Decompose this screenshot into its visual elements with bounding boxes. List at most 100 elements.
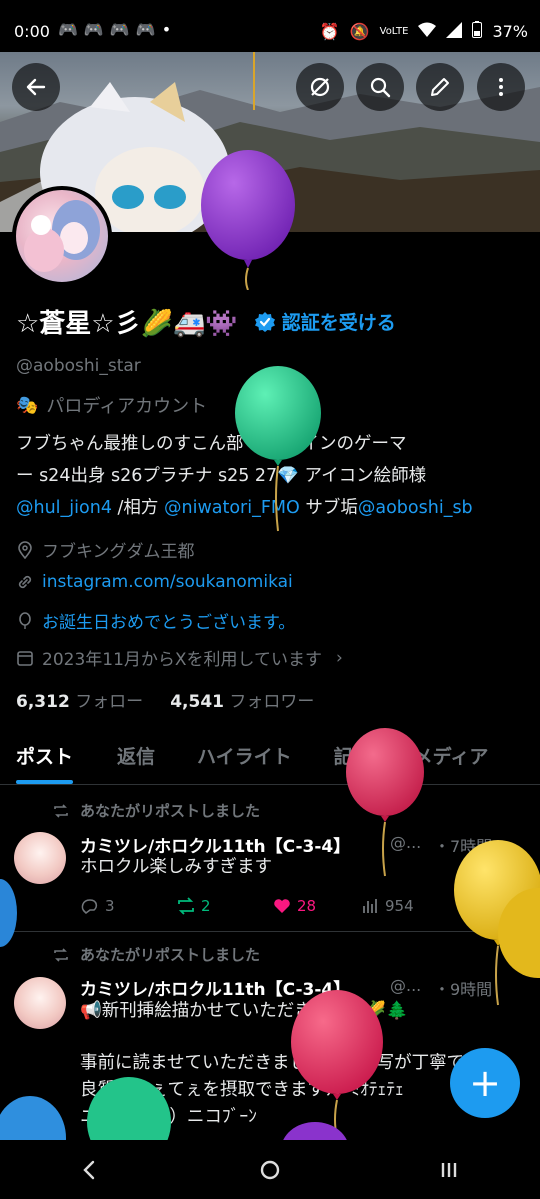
post-time: ・9時間 <box>434 980 493 999</box>
status-icons: ⏰ 🔕 VoLTE 37% <box>320 21 528 42</box>
nav-home-icon[interactable] <box>258 1158 282 1182</box>
profile-tabs: ポスト 返信 ハイライト 記事 メディア <box>0 730 540 785</box>
repost-icon <box>178 897 194 915</box>
bio-mention-link[interactable]: @aoboshi_sb <box>358 498 473 518</box>
reply-button[interactable]: 3 <box>80 896 176 916</box>
website-row: instagram.com/soukanomikai <box>16 572 293 592</box>
avatar-illustration <box>24 200 100 272</box>
post-item[interactable]: あなたがリポストしました カミツレ/ホロクル11th【C-3-4】 @... ・… <box>0 932 540 1142</box>
post-text: ホロクル楽しみすぎます <box>80 857 272 877</box>
nav-recents-icon[interactable] <box>438 1158 462 1182</box>
repost-button[interactable]: 2 <box>176 896 272 916</box>
display-name: ☆蒼星☆彡🌽🚑👾 <box>16 309 238 339</box>
verified-badge-icon <box>254 311 275 332</box>
post-avatar[interactable] <box>14 977 66 1029</box>
network-label: VoLTE <box>379 26 409 37</box>
repost-indicator: あなたがリポストしました <box>52 800 260 821</box>
bookmark-button[interactable] <box>460 896 480 916</box>
joined-text: 2023年11月からXを利用しています <box>42 650 323 670</box>
view-count: 954 <box>385 897 414 915</box>
more-vertical-icon <box>499 78 503 96</box>
verify-label: 認証を受ける <box>281 312 396 334</box>
post-text-line: 📢新刊挿絵描かせていただきました🌽🌲 <box>80 1001 408 1021</box>
mask-icon: 🎭 <box>16 394 39 416</box>
views-button[interactable]: 954 <box>360 896 460 916</box>
like-count: 28 <box>297 897 317 915</box>
bio-line-2: ー s24出身 s26プラチナ s25 27💎 アイコン絵師様 <box>16 466 427 486</box>
wifi-icon <box>418 22 437 42</box>
bio-partner-text: /相方 <box>111 498 164 518</box>
profile-handle: @aoboshi_star <box>16 356 141 376</box>
edit-button[interactable] <box>416 63 464 111</box>
link-icon <box>18 575 32 589</box>
repost-icon <box>54 803 68 818</box>
repost-label: あなたがリポストしました <box>80 946 261 964</box>
battery-icon <box>472 21 483 42</box>
tab-highlights[interactable]: ハイライト <box>181 730 308 784</box>
back-button[interactable] <box>12 63 60 111</box>
bio-line-1: フブちゃん最推しのすこん部 エペメインのゲーマ <box>16 434 407 454</box>
search-icon <box>370 77 391 98</box>
post-handle: @... <box>390 976 422 995</box>
post-actions: 3 2 28 954 <box>80 896 520 916</box>
bar-chart-icon <box>363 899 377 913</box>
tab-articles[interactable]: 記事 <box>318 730 388 784</box>
post-author[interactable]: カミツレ/ホロクル11th【C-3-4】 <box>80 975 350 1000</box>
post-avatar[interactable] <box>14 832 66 884</box>
post-text-line: ニ（ ˆ ω ˆ ）ニコﾌﾞｰﾝ <box>80 1107 257 1127</box>
tab-replies[interactable]: 返信 <box>101 730 171 784</box>
repost-indicator: あなたがリポストしました <box>52 944 260 965</box>
arrow-left-icon <box>26 78 46 96</box>
balloon-icon <box>19 611 31 629</box>
system-nav-bar <box>0 1140 540 1199</box>
chevron-right-icon: › <box>336 647 343 668</box>
alarm-icon: ⏰ <box>319 22 340 41</box>
website-link[interactable]: instagram.com/soukanomikai <box>42 572 293 592</box>
get-verified-button[interactable]: 認証を受ける <box>254 308 396 335</box>
battery-percent: 37% <box>492 22 528 41</box>
pencil-icon <box>431 78 449 96</box>
status-time: 0:00 <box>14 22 50 41</box>
location-row: フブキングダム王都 <box>16 537 195 562</box>
following-count: 6,312 <box>16 692 70 712</box>
following-label: フォロー <box>75 692 144 712</box>
repost-count: 2 <box>201 897 211 915</box>
grok-button[interactable] <box>296 63 344 111</box>
location-text: フブキングダム王都 <box>42 542 195 562</box>
tab-posts[interactable]: ポスト <box>0 730 89 784</box>
joined-row[interactable]: 2023年11月からXを利用しています › <box>16 645 343 670</box>
more-button[interactable] <box>477 63 525 111</box>
reply-count: 3 <box>105 897 115 915</box>
notification-icons: 🎮🎮🎮🎮• <box>58 20 178 39</box>
parody-label-row: 🎭 パロディアカウント <box>16 392 207 418</box>
birthday-text: お誕生日おめでとうございます。 <box>42 613 296 633</box>
search-button[interactable] <box>356 63 404 111</box>
following-link[interactable]: 6,312 フォロー <box>16 692 143 712</box>
followers-count: 4,541 <box>170 692 224 712</box>
calendar-icon <box>17 650 33 666</box>
grok-icon <box>310 77 330 97</box>
location-pin-icon <box>18 540 32 559</box>
tab-media[interactable]: メディア <box>398 730 505 784</box>
signal-icon <box>446 21 463 42</box>
follow-stats: 6,312 フォロー 4,541 フォロワー <box>16 687 314 712</box>
bio-sub-text: サブ垢 <box>299 498 358 518</box>
bio-mention-link[interactable]: @hul_jion4 <box>16 498 112 518</box>
followers-link[interactable]: 4,541 フォロワー <box>170 692 314 712</box>
followers-label: フォロワー <box>229 692 315 712</box>
post-item[interactable]: あなたがリポストしました カミツレ/ホロクル11th【C-3-4】 @... ・… <box>0 786 540 931</box>
profile-avatar[interactable] <box>12 186 112 286</box>
bookmark-icon <box>464 898 476 916</box>
plus-icon: + <box>469 1061 501 1105</box>
bio-mention-link[interactable]: @niwatori_FMO <box>164 498 300 518</box>
mute-icon: 🔕 <box>349 22 370 41</box>
repost-label: あなたがリポストしました <box>80 802 261 820</box>
parody-label: パロディアカウント <box>46 396 208 417</box>
birthday-row: お誕生日おめでとうございます。 <box>16 608 295 633</box>
like-button[interactable]: 28 <box>272 896 360 916</box>
heart-icon <box>274 899 290 913</box>
nav-back-icon[interactable] <box>78 1158 102 1182</box>
post-handle: @... <box>390 833 422 852</box>
compose-post-button[interactable]: + <box>450 1048 520 1118</box>
repost-icon <box>54 947 68 962</box>
